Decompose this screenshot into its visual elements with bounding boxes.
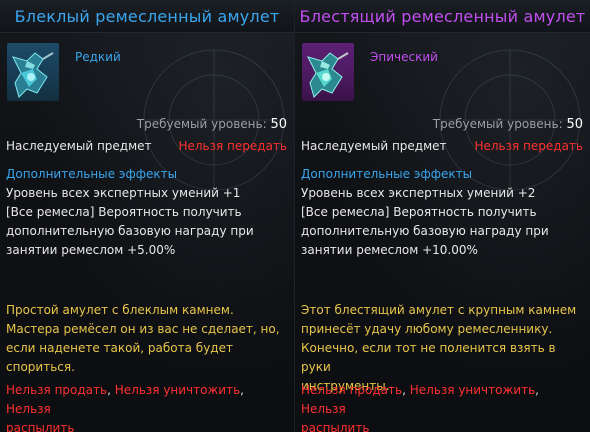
binding-row: Наследуемый предмет Нельзя передать xyxy=(6,139,287,153)
restriction-no-dismantle: Нельзя xyxy=(6,402,51,416)
description-line: спориться. xyxy=(6,360,75,374)
effects-section: Дополнительные эффекты Уровень всех эксп… xyxy=(6,165,288,260)
item-icon-frame xyxy=(302,43,354,101)
amulet-icon xyxy=(12,52,54,98)
restrictions-section: Нельзя продать, Нельзя уничтожить, Нельз… xyxy=(301,381,584,432)
description-line: если наденете такой, работа будет xyxy=(6,341,233,355)
no-transfer-label: Нельзя передать xyxy=(474,139,583,153)
item-grade: Редкий xyxy=(75,50,121,64)
restriction-no-sell: Нельзя продать xyxy=(301,383,403,397)
required-level-label: Требуемый уровень: xyxy=(432,117,563,131)
required-level: Требуемый уровень: 50 xyxy=(433,117,583,132)
effect-line: занятии ремеслом +5.00% xyxy=(6,243,176,257)
effect-line: дополнительную базовую награду при xyxy=(301,224,549,238)
effect-line: Уровень всех экспертных умений +1 xyxy=(6,186,241,200)
description-section: Простой амулет с блеклым камнем. Мастера… xyxy=(6,301,288,377)
effects-section: Дополнительные эффекты Уровень всех эксп… xyxy=(301,165,584,260)
description-line: Мастера ремёсел он из вас не сделает, но… xyxy=(6,322,280,336)
restriction-no-sell: Нельзя продать xyxy=(6,383,108,397)
separator: , xyxy=(107,383,111,397)
inherited-label: Наследуемый предмет xyxy=(6,139,152,153)
effects-header: Дополнительные эффекты xyxy=(301,167,473,181)
no-transfer-label: Нельзя передать xyxy=(178,139,287,153)
item-icon-frame xyxy=(7,43,59,101)
required-level: Требуемый уровень: 50 xyxy=(137,117,287,132)
effect-line: [Все ремесла] Вероятность получить xyxy=(6,205,242,219)
separator: , xyxy=(240,383,244,397)
amulet-icon xyxy=(307,52,349,98)
description-line: принесёт удачу любому ремесленнику. xyxy=(301,322,553,336)
item-comparison: Блеклый ремесленный амулет Редкий Требуе… xyxy=(0,0,590,432)
restriction-no-dismantle: Нельзя xyxy=(301,402,346,416)
effects-header: Дополнительные эффекты xyxy=(6,167,178,181)
effect-line: дополнительную базовую награду при xyxy=(6,224,254,238)
effect-line: Уровень всех экспертных умений +2 xyxy=(301,186,536,200)
required-level-value: 50 xyxy=(566,117,583,132)
description-line: Этот блестящий амулет с крупным камнем xyxy=(301,303,577,317)
separator: , xyxy=(402,383,406,397)
item-tooltip-left: Блеклый ремесленный амулет Редкий Требуе… xyxy=(0,0,295,432)
restriction-no-dismantle-cont: распылить xyxy=(6,421,75,432)
description-line: Конечно, если тот не поленится взять в р… xyxy=(301,341,556,374)
restriction-no-dismantle-cont: распылить xyxy=(301,421,370,432)
description-line: Простой амулет с блеклым камнем. xyxy=(6,303,234,317)
restriction-no-destroy: Нельзя уничтожить xyxy=(409,383,536,397)
separator: , xyxy=(535,383,539,397)
inherited-label: Наследуемый предмет xyxy=(301,139,447,153)
restrictions-section: Нельзя продать, Нельзя уничтожить, Нельз… xyxy=(6,381,288,432)
effect-line: [Все ремесла] Вероятность получить xyxy=(301,205,537,219)
binding-row: Наследуемый предмет Нельзя передать xyxy=(301,139,583,153)
item-grade: Эпический xyxy=(370,50,438,64)
required-level-value: 50 xyxy=(270,117,287,132)
restriction-no-destroy: Нельзя уничтожить xyxy=(114,383,241,397)
effect-line: занятии ремеслом +10.00% xyxy=(301,243,478,257)
required-level-label: Требуемый уровень: xyxy=(136,117,267,131)
item-tooltip-right: Блестящий ремесленный амулет Эпический Т… xyxy=(295,0,590,432)
